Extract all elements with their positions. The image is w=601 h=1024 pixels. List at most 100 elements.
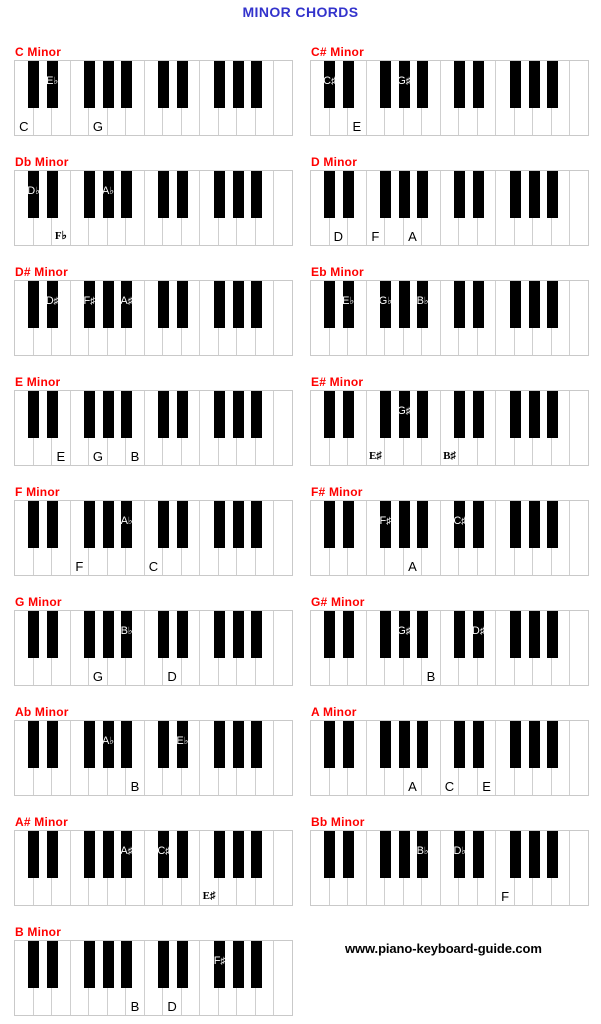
black-key[interactable] — [232, 831, 244, 878]
black-key[interactable] — [158, 171, 170, 218]
black-key[interactable]: C♯ — [453, 501, 466, 548]
black-key[interactable] — [102, 391, 114, 438]
black-key[interactable] — [28, 281, 40, 328]
white-key[interactable] — [274, 611, 292, 685]
black-key[interactable] — [46, 391, 58, 438]
white-key[interactable] — [274, 171, 292, 245]
black-key[interactable] — [28, 611, 40, 658]
black-key[interactable] — [324, 391, 336, 438]
black-key[interactable]: A♭ — [102, 721, 114, 768]
black-key[interactable] — [102, 501, 114, 548]
black-key[interactable] — [510, 721, 522, 768]
black-key[interactable] — [454, 61, 466, 108]
black-key[interactable] — [158, 61, 170, 108]
black-key[interactable] — [232, 171, 244, 218]
white-key[interactable] — [570, 611, 588, 685]
black-key[interactable] — [398, 171, 410, 218]
black-key[interactable]: G♯ — [397, 611, 411, 658]
black-key[interactable] — [121, 391, 133, 438]
black-key[interactable] — [83, 501, 95, 548]
black-key[interactable] — [528, 391, 540, 438]
black-key[interactable] — [417, 611, 429, 658]
white-key[interactable] — [570, 391, 588, 465]
white-key[interactable] — [274, 61, 292, 135]
black-key[interactable] — [547, 171, 559, 218]
black-key[interactable] — [510, 501, 522, 548]
black-key[interactable] — [28, 61, 40, 108]
black-key[interactable] — [214, 611, 226, 658]
black-key[interactable] — [176, 831, 188, 878]
black-key[interactable] — [472, 171, 484, 218]
black-key[interactable] — [324, 721, 336, 768]
black-key[interactable] — [547, 391, 559, 438]
black-key[interactable] — [379, 171, 391, 218]
black-key[interactable] — [232, 61, 244, 108]
black-key[interactable] — [232, 721, 244, 768]
black-key[interactable] — [102, 941, 114, 988]
black-key[interactable] — [121, 941, 133, 988]
black-key[interactable] — [472, 831, 484, 878]
black-key[interactable] — [547, 611, 559, 658]
black-key[interactable] — [510, 281, 522, 328]
black-key[interactable] — [342, 501, 354, 548]
black-key[interactable] — [379, 611, 391, 658]
black-key[interactable] — [121, 721, 133, 768]
black-key[interactable] — [342, 391, 354, 438]
black-key[interactable] — [417, 501, 429, 548]
white-key[interactable] — [274, 721, 292, 795]
black-key[interactable] — [454, 281, 466, 328]
black-key[interactable] — [214, 721, 226, 768]
black-key[interactable]: A♭ — [121, 501, 133, 548]
black-key[interactable] — [251, 61, 263, 108]
white-key[interactable] — [570, 831, 588, 905]
black-key[interactable] — [324, 171, 336, 218]
black-key[interactable] — [158, 941, 170, 988]
black-key[interactable] — [121, 171, 133, 218]
black-key[interactable] — [214, 391, 226, 438]
black-key[interactable] — [46, 831, 58, 878]
black-key[interactable] — [528, 501, 540, 548]
black-key[interactable] — [251, 391, 263, 438]
black-key[interactable] — [83, 391, 95, 438]
black-key[interactable] — [472, 281, 484, 328]
black-key[interactable] — [83, 831, 95, 878]
black-key[interactable] — [176, 941, 188, 988]
black-key[interactable] — [324, 501, 336, 548]
white-key[interactable] — [570, 281, 588, 355]
black-key[interactable] — [528, 831, 540, 878]
black-key[interactable] — [342, 61, 354, 108]
black-key[interactable] — [46, 721, 58, 768]
black-key[interactable] — [398, 281, 410, 328]
black-key[interactable]: C♯ — [157, 831, 170, 878]
black-key[interactable] — [398, 501, 410, 548]
black-key[interactable] — [510, 61, 522, 108]
black-key[interactable] — [251, 501, 263, 548]
black-key[interactable] — [158, 721, 170, 768]
black-key[interactable] — [342, 171, 354, 218]
black-key[interactable] — [251, 171, 263, 218]
black-key[interactable]: B♭ — [417, 831, 429, 878]
black-key[interactable]: D♯ — [472, 611, 485, 658]
black-key[interactable] — [472, 721, 484, 768]
black-key[interactable] — [324, 831, 336, 878]
black-key[interactable] — [176, 171, 188, 218]
black-key[interactable] — [398, 831, 410, 878]
black-key[interactable] — [547, 61, 559, 108]
black-key[interactable] — [342, 831, 354, 878]
black-key[interactable]: F♯ — [380, 501, 391, 548]
black-key[interactable]: A♯ — [120, 831, 133, 878]
black-key[interactable]: B♭ — [121, 611, 133, 658]
black-key[interactable] — [83, 171, 95, 218]
black-key[interactable] — [417, 391, 429, 438]
black-key[interactable] — [547, 831, 559, 878]
black-key[interactable] — [251, 281, 263, 328]
black-key[interactable] — [83, 941, 95, 988]
black-key[interactable]: F♯ — [214, 941, 225, 988]
black-key[interactable]: G♯ — [397, 391, 411, 438]
black-key[interactable] — [417, 721, 429, 768]
black-key[interactable] — [46, 501, 58, 548]
black-key[interactable] — [379, 831, 391, 878]
black-key[interactable] — [510, 171, 522, 218]
white-key[interactable] — [570, 171, 588, 245]
black-key[interactable] — [472, 61, 484, 108]
